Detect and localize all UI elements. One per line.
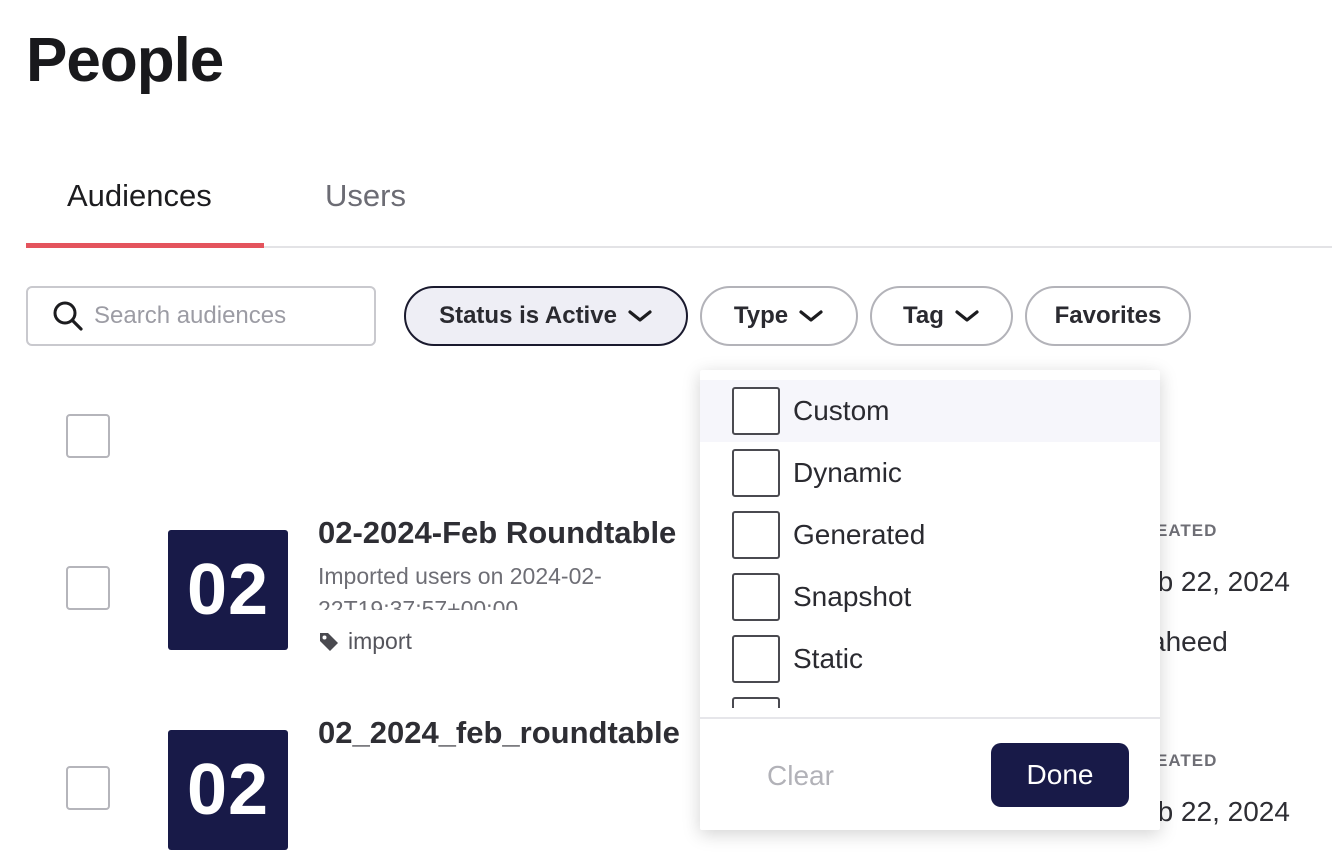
page-title: People [26, 26, 224, 95]
type-filter-label: Type [733, 302, 789, 329]
option-label: Static [793, 643, 864, 674]
option-checkbox[interactable] [732, 449, 780, 497]
created-by: aheed [1150, 626, 1228, 657]
created-column-label: EATED [1156, 751, 1218, 770]
option-label: Dynamic [793, 457, 902, 488]
dropdown-divider [700, 717, 1160, 719]
done-button[interactable]: Done [991, 743, 1129, 807]
status-filter-button[interactable]: Status is Active [404, 286, 688, 346]
created-date: eb 22, 2024 [1142, 796, 1290, 827]
chevron-down-icon [798, 308, 824, 324]
tab-audiences[interactable]: Audiences [67, 176, 212, 216]
search-box[interactable] [26, 286, 376, 346]
type-filter-dropdown: Custom Dynamic Generated Snapshot Static [700, 370, 1160, 830]
tag-label: import [348, 628, 412, 654]
created-column-label: EATED [1156, 521, 1218, 540]
tag-icon [318, 631, 340, 653]
option-checkbox[interactable] [732, 387, 780, 435]
option-label: Snapshot [793, 581, 912, 612]
tab-bar: Audiences Users [26, 160, 1332, 248]
option-label: Custom [793, 395, 890, 426]
active-tab-indicator [26, 243, 264, 248]
type-options-list[interactable]: Custom Dynamic Generated Snapshot Static [700, 380, 1160, 708]
status-filter-prefix: Status [439, 302, 513, 329]
created-date: eb 22, 2024 [1142, 566, 1290, 597]
audience-title[interactable]: 02-2024-Feb Roundtable [318, 515, 676, 551]
select-all-checkbox[interactable] [66, 414, 110, 458]
audience-description: Imported users on 2024-02-22T19:37:57+00… [318, 563, 602, 610]
type-option-dynamic[interactable]: Dynamic [700, 442, 1160, 504]
chevron-down-icon [627, 308, 653, 324]
status-filter-value: is Active [519, 302, 617, 329]
chevron-down-icon [954, 308, 980, 324]
type-filter-button[interactable]: Type [700, 286, 858, 346]
option-checkbox[interactable] [732, 573, 780, 621]
audience-tag[interactable]: import [318, 628, 412, 655]
option-checkbox[interactable] [732, 511, 780, 559]
type-option-partial[interactable] [700, 690, 1160, 708]
audience-title[interactable]: 02_2024_feb_roundtable [318, 715, 680, 751]
option-label: Generated [793, 519, 926, 550]
row-checkbox[interactable] [66, 766, 110, 810]
type-option-snapshot[interactable]: Snapshot [700, 566, 1160, 628]
type-option-generated[interactable]: Generated [700, 504, 1160, 566]
search-icon [52, 300, 84, 332]
tag-filter-button[interactable]: Tag [870, 286, 1013, 346]
clear-button[interactable]: Clear [767, 760, 834, 792]
type-option-custom[interactable]: Custom [700, 380, 1160, 442]
favorites-filter-button[interactable]: Favorites [1025, 286, 1191, 346]
tag-filter-label: Tag [903, 302, 944, 329]
option-checkbox[interactable] [732, 697, 780, 708]
type-option-static[interactable]: Static [700, 628, 1160, 690]
option-checkbox[interactable] [732, 635, 780, 683]
people-page: People Audiences Users Status is Active … [0, 0, 1332, 868]
audience-avatar: 02 [168, 530, 288, 650]
audience-avatar: 02 [168, 730, 288, 850]
tab-users[interactable]: Users [325, 176, 406, 216]
search-input[interactable] [92, 301, 366, 331]
row-checkbox[interactable] [66, 566, 110, 610]
